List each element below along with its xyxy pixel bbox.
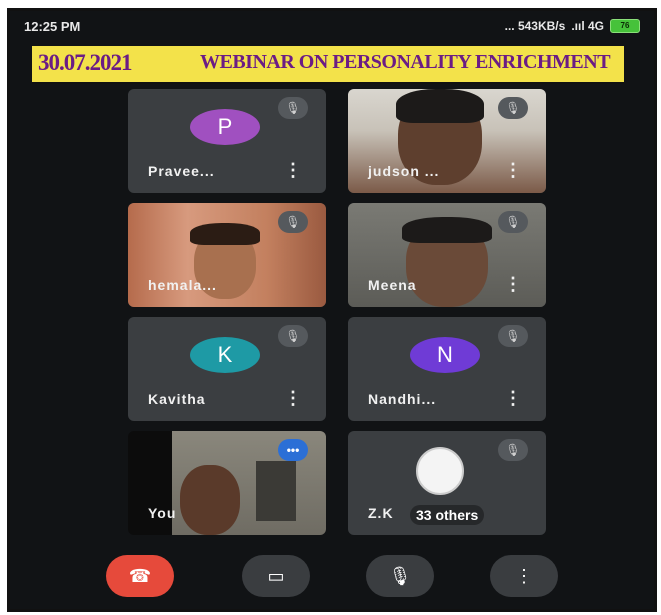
participant-tile-pravee[interactable]: P 🎙 Pravee... ⋮ <box>128 89 326 193</box>
end-call-button[interactable]: ☎ <box>106 555 174 597</box>
more-options-icon[interactable]: ⋮ <box>504 274 522 295</box>
mic-icon: 🎙 <box>388 566 412 586</box>
more-button[interactable]: ⋮ <box>490 555 558 597</box>
participant-tile-judson[interactable]: 🎙 judson ... ⋮ <box>348 89 546 193</box>
participant-name: Z.K <box>368 505 394 521</box>
mic-off-icon: 🎙 <box>498 325 528 347</box>
status-time: 12:25 PM <box>24 19 81 34</box>
end-call-icon: ☎ <box>128 566 152 586</box>
status-right: ... 543KB/s .ııl 4G 76 <box>505 19 640 33</box>
more-options-icon[interactable]: ⋮ <box>504 160 522 181</box>
battery-icon: 76 <box>610 19 640 33</box>
banner-title: WEBINAR ON PERSONALITY ENRICHMENT <box>200 51 611 73</box>
banner-date: 30.07.2021 <box>38 50 132 75</box>
more-options-icon[interactable]: ••• <box>278 439 308 461</box>
participant-tile-nandhi[interactable]: N 🎙 Nandhi... ⋮ <box>348 317 546 421</box>
participant-name: Nandhi... <box>368 391 437 407</box>
others-count: 33 others <box>410 505 485 525</box>
participant-tile-kavitha[interactable]: K 🎙 Kavitha ⋮ <box>128 317 326 421</box>
participant-name: Meena <box>368 277 417 293</box>
camera-button[interactable]: ▭ <box>242 555 310 597</box>
participant-name: Kavitha <box>148 391 206 407</box>
hair-shape <box>396 89 484 123</box>
hair-shape <box>402 217 492 243</box>
background-object <box>256 461 296 521</box>
mic-off-icon: 🎙 <box>498 439 528 461</box>
status-bar: 12:25 PM ... 543KB/s .ııl 4G 76 <box>10 11 654 41</box>
mic-button[interactable]: 🎙 <box>366 555 434 597</box>
participant-name: judson ... <box>368 163 440 179</box>
participant-name: Pravee... <box>148 163 215 179</box>
screenshot-frame: 12:25 PM ... 543KB/s .ııl 4G 76 tpa-b P … <box>7 8 657 612</box>
camera-icon: ▭ <box>267 566 285 586</box>
more-icon: ⋮ <box>515 566 533 586</box>
avatar: P <box>190 109 260 145</box>
participant-tile-hemala[interactable]: 🎙 hemala... <box>128 203 326 307</box>
mic-off-icon: 🎙 <box>278 325 308 347</box>
mic-off-icon: 🎙 <box>498 97 528 119</box>
avatar: N <box>410 337 480 373</box>
participant-name: hemala... <box>148 277 217 293</box>
mic-off-icon: 🎙 <box>278 211 308 233</box>
participant-tile-you[interactable]: ••• You <box>128 431 326 535</box>
more-options-icon[interactable]: ⋮ <box>284 388 302 409</box>
more-options-icon[interactable]: ⋮ <box>504 388 522 409</box>
more-options-icon[interactable]: ⋮ <box>284 160 302 181</box>
call-controls: ☎ ▭ 🎙 ⋮ <box>10 551 654 607</box>
hair-shape <box>190 223 260 245</box>
mic-off-icon: 🎙 <box>498 211 528 233</box>
mic-off-icon: 🎙 <box>278 97 308 119</box>
avatar: K <box>190 337 260 373</box>
participant-name: You <box>148 505 177 521</box>
group-logo-icon <box>416 447 464 495</box>
person-image <box>180 465 240 535</box>
participant-tile-others[interactable]: 🎙 Z.K 33 others <box>348 431 546 535</box>
network-speed: ... 543KB/s <box>504 19 566 33</box>
participant-tile-meena[interactable]: 🎙 Meena ⋮ <box>348 203 546 307</box>
network-signal: .ııl 4G <box>571 19 604 33</box>
